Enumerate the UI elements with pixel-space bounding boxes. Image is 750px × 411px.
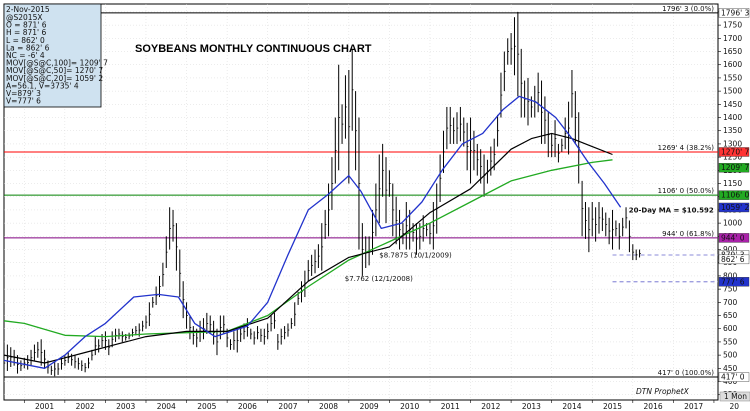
fib-label: 417' 0 (100.0%) [658,369,715,377]
x-tick-label: 2006 [238,402,257,411]
y-tick-label: 1700 [723,34,742,43]
price-box-label: 862' 6 [721,255,745,264]
y-tick-label: 550 [723,337,738,346]
fib-label: 1796' 3 (0.0%) [662,5,714,13]
x-tick-label: 2008 [319,402,338,411]
x-axis: 2001 2002 2003 2004 2005 2006 2007 2008 2009 2010… [23,400,739,411]
period-label[interactable]: 1 Mon [724,392,747,401]
chart-annotation: 20-Day MA = $10.592 [629,207,714,215]
price-box-label: 1209' 7 [721,163,750,172]
y-tick-label: 500 [723,351,738,360]
fib-label: 1106' 0 (50.0%) [658,187,715,195]
y-tick-label: 1750 [723,21,742,30]
y-tick-label: 1550 [723,73,742,82]
x-tick-label: 2002 [76,402,95,411]
chart-container: 1796' 3 (0.0%) 1269' 4 (38.2%) 1106' 0 (50… [0,0,750,411]
footer-label: DTN ProphetX [636,387,690,396]
price-box-label: 944' 0 [721,233,745,242]
x-tick-label: 2004 [157,402,176,411]
x-tick-label: 2001 [35,402,54,411]
y-tick-label: 1650 [723,47,742,56]
x-tick-label: 2005 [197,402,216,411]
y-tick-label: 1350 [723,126,742,135]
y-tick-label: 1450 [723,100,742,109]
chart-title: SOYBEANS MONTHLY CONTINUOUS CHART [135,43,372,55]
x-tick-label: 2011 [441,402,460,411]
price-box-label: 1796' 3 [721,8,750,17]
x-tick-label: 2017 [684,402,703,411]
x-tick-label: 2014 [562,402,581,411]
y-tick-label: 600 [723,324,738,333]
y-tick-label: 1000 [723,219,742,228]
chart-annotation: $8.7875 (10/1/2009) [379,251,452,259]
y-tick-label: 1400 [723,113,742,122]
x-tick-label: 2007 [278,402,297,411]
y-tick-label: 1500 [723,87,742,96]
y-tick-label: 450 [723,364,738,373]
x-tick-label: 2009 [360,402,379,411]
x-tick-label: 2015 [603,402,622,411]
info-panel: 2-Nov-2015 @S2015XO = 871' 6H = 871' 6L … [3,3,108,108]
fib-label: 1269' 4 (38.2%) [658,144,715,152]
price-box-label: 1059' 2 [721,203,750,212]
plot-area [3,3,719,401]
x-tick-label: 2003 [116,402,135,411]
x-tick-label: 20 [729,402,739,411]
y-tick-label: 700 [723,298,738,307]
price-box-label: 417' 0 [721,373,745,382]
x-tick-label: 2012 [481,402,500,411]
x-tick-label: 2016 [644,402,663,411]
chart-annotation: $7.762 (12/1/2008) [345,275,413,283]
x-tick-label: 2010 [400,402,419,411]
soybean-monthly-chart: 1796' 3 (0.0%) 1269' 4 (38.2%) 1106' 0 (50… [3,3,750,411]
y-tick-label: 1600 [723,60,742,69]
price-box-label: 777' 6 [721,277,745,286]
price-box-label: 1270' 7 [721,147,750,156]
info-line: V=777' 6 [6,97,41,106]
y-tick-label: 1150 [723,179,742,188]
y-tick-label: 650 [723,311,738,320]
x-tick-label: 2013 [522,402,541,411]
fib-label: 944' 0 (61.8%) [662,230,714,238]
price-box-label: 1106' 0 [721,191,750,200]
